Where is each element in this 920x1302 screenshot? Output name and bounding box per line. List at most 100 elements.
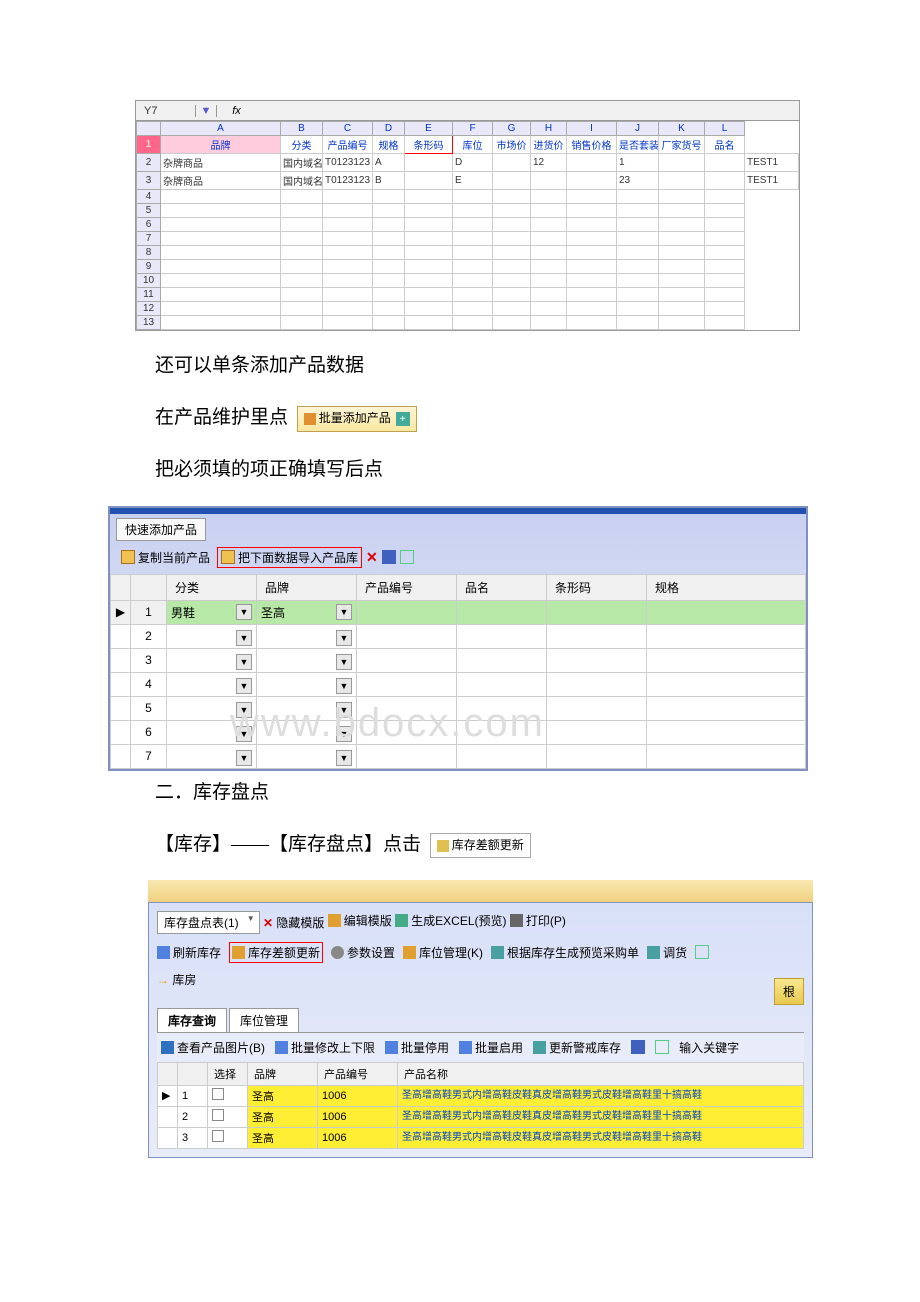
cell[interactable] — [705, 204, 745, 218]
cell[interactable] — [705, 260, 745, 274]
grid-row[interactable]: ▶ 1 男鞋▼ 圣高▼ — [111, 600, 806, 624]
col-header[interactable]: D — [373, 122, 405, 136]
cell[interactable] — [281, 204, 323, 218]
brand-cell[interactable]: 圣高▼ — [257, 600, 357, 624]
cell[interactable]: 1 — [617, 154, 659, 172]
cell[interactable] — [281, 246, 323, 260]
grid-row[interactable]: 7 ▼ ▼ — [111, 744, 806, 768]
cell[interactable] — [531, 190, 567, 204]
cell[interactable] — [281, 316, 323, 330]
batch-limit-button[interactable]: 批量修改上下限 — [275, 1039, 375, 1056]
spec-cell[interactable] — [647, 672, 806, 696]
position-manage-button[interactable]: 库位管理(K) — [403, 944, 483, 961]
data-row[interactable]: 10 — [137, 274, 799, 288]
view-product-pic-button[interactable]: 查看产品图片(B) — [161, 1039, 265, 1056]
cell[interactable] — [493, 246, 531, 260]
cell[interactable] — [531, 302, 567, 316]
inventory-row[interactable]: 2 圣高 1006 圣高增高鞋男式内增高鞋皮鞋真皮增高鞋男式皮鞋增高鞋里十搞高鞋 — [158, 1106, 804, 1127]
cell[interactable] — [453, 288, 493, 302]
cell[interactable] — [281, 274, 323, 288]
cell[interactable] — [405, 172, 453, 190]
cell[interactable] — [705, 274, 745, 288]
code-cell[interactable] — [357, 744, 457, 768]
data-row[interactable]: 3 杂牌商品 国内域名 T0123123 B E 23 TEST1 — [137, 172, 799, 190]
cell[interactable] — [659, 190, 705, 204]
spec-cell[interactable] — [647, 696, 806, 720]
cell[interactable] — [405, 288, 453, 302]
bulk-add-product-button[interactable]: 批量添加产品 + — [297, 406, 417, 432]
cell[interactable] — [161, 316, 281, 330]
brand-cell[interactable]: ▼ — [257, 720, 357, 744]
refresh-icon[interactable] — [400, 550, 414, 564]
data-row[interactable]: 4 — [137, 190, 799, 204]
cell[interactable] — [659, 232, 705, 246]
data-row[interactable]: 9 — [137, 260, 799, 274]
cell[interactable] — [567, 288, 617, 302]
print-button[interactable]: 打印(P) — [510, 912, 566, 929]
cell[interactable] — [659, 302, 705, 316]
cell[interactable] — [617, 274, 659, 288]
cell[interactable]: B — [373, 172, 405, 190]
cell[interactable] — [161, 190, 281, 204]
cell[interactable] — [405, 232, 453, 246]
cell[interactable] — [323, 190, 373, 204]
inventory-diff-update-button[interactable]: 库存差额更新 — [430, 833, 531, 859]
cell[interactable] — [373, 232, 405, 246]
cell[interactable] — [405, 218, 453, 232]
cell[interactable] — [453, 218, 493, 232]
barcode-cell[interactable] — [547, 672, 647, 696]
category-cell[interactable]: ▼ — [167, 648, 257, 672]
code-cell[interactable] — [357, 624, 457, 648]
chevron-down-icon[interactable]: ▼ — [336, 726, 352, 742]
gen-purchase-button[interactable]: 根据库存生成预览采购单 — [491, 944, 639, 961]
delete-icon[interactable]: ✕ — [366, 549, 378, 566]
cell[interactable] — [161, 218, 281, 232]
cell[interactable] — [161, 302, 281, 316]
cell[interactable] — [617, 232, 659, 246]
cell[interactable] — [493, 232, 531, 246]
cell[interactable] — [493, 274, 531, 288]
cell[interactable] — [567, 154, 617, 172]
chevron-down-icon[interactable]: ▼ — [336, 750, 352, 766]
chevron-down-icon[interactable]: ▼ — [236, 702, 252, 718]
cell[interactable] — [531, 204, 567, 218]
spec-cell[interactable] — [647, 720, 806, 744]
cell[interactable] — [705, 154, 745, 172]
select-cell[interactable] — [208, 1106, 248, 1127]
cell[interactable] — [453, 260, 493, 274]
cell[interactable] — [531, 260, 567, 274]
right-action-button[interactable]: 根 — [774, 978, 804, 1005]
cell[interactable] — [373, 288, 405, 302]
cell[interactable] — [705, 172, 745, 190]
barcode-cell[interactable] — [547, 624, 647, 648]
save-icon[interactable] — [382, 550, 396, 564]
cell[interactable] — [373, 204, 405, 218]
cell[interactable] — [161, 232, 281, 246]
cell[interactable] — [323, 316, 373, 330]
name-cell[interactable] — [457, 600, 547, 624]
cell[interactable] — [617, 260, 659, 274]
col-header[interactable]: A — [161, 122, 281, 136]
transfer-button[interactable]: 调货 — [647, 944, 687, 961]
update-warning-stock-button[interactable]: 更新警戒库存 — [533, 1039, 621, 1056]
cell[interactable] — [531, 172, 567, 190]
data-row[interactable]: 2 杂牌商品 国内域名 T0123123 A D 12 1 TEST1 — [137, 154, 799, 172]
cell[interactable] — [453, 204, 493, 218]
category-cell[interactable]: ▼ — [167, 744, 257, 768]
cell[interactable] — [281, 190, 323, 204]
category-cell[interactable]: ▼ — [167, 624, 257, 648]
save-icon[interactable] — [631, 1040, 645, 1054]
cell[interactable] — [493, 260, 531, 274]
category-cell[interactable]: 男鞋▼ — [167, 600, 257, 624]
barcode-cell[interactable] — [547, 720, 647, 744]
cell[interactable] — [161, 260, 281, 274]
cell[interactable] — [567, 190, 617, 204]
grid-row[interactable]: 3 ▼ ▼ — [111, 648, 806, 672]
col-header[interactable]: C — [323, 122, 373, 136]
name-cell[interactable] — [457, 624, 547, 648]
col-header[interactable]: H — [531, 122, 567, 136]
cell[interactable] — [493, 218, 531, 232]
cell[interactable] — [659, 260, 705, 274]
cell[interactable] — [567, 302, 617, 316]
cell[interactable] — [323, 218, 373, 232]
